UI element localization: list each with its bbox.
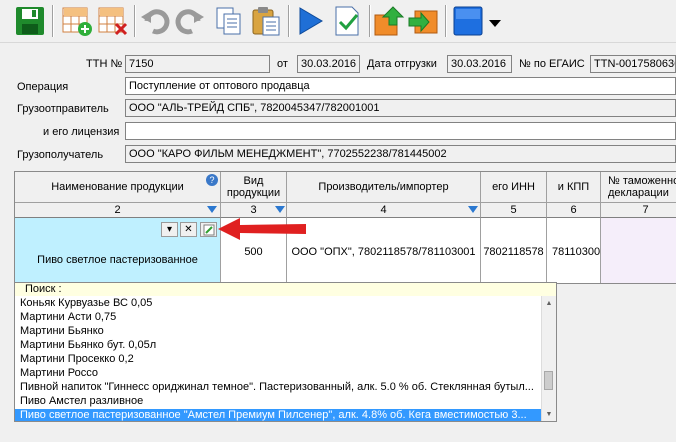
list-item[interactable]: Пивной напиток "Гиннесс ориджинал темное… [15,381,542,394]
toolbar-separator [134,5,136,37]
column-header-kpp[interactable]: и КПП [547,172,601,203]
filter-icon[interactable] [207,206,217,213]
color-picker-icon[interactable] [452,5,484,37]
column-number-text: 4 [380,204,387,216]
column-title: № таможенной декларации [608,175,676,199]
ttn-label: ТТН № [86,58,123,70]
ship-date-field[interactable]: 30.03.2016 [447,55,512,73]
operation-label: Операция [17,81,69,93]
list-item-selected[interactable]: Пиво светлое пастеризованное "Амстел Пре… [15,409,542,421]
list-item[interactable]: Мартини Бьянко бут. 0,05л [15,339,542,352]
column-number-text: 6 [570,204,577,216]
shipper-label: Грузоотправитель [17,103,109,115]
column-title: и КПП [557,181,590,193]
check-icon[interactable] [332,5,364,37]
cell-clear-button[interactable]: ✕ [180,222,197,237]
list-item[interactable]: Мартини Бьянко [15,325,542,338]
column-number-text: 5 [510,204,517,216]
license-label: и его лицензия [43,126,120,138]
scroll-up-icon[interactable]: ▲ [542,296,556,310]
run-icon[interactable] [294,5,326,37]
column-number: 6 [547,203,601,218]
ttn-number-field[interactable]: 7150 [125,55,270,73]
search-label: Поиск : [15,283,556,296]
dropdown-arrow-icon[interactable] [486,5,504,37]
save-icon[interactable] [14,5,46,37]
column-header-inn[interactable]: его ИНН [481,172,547,203]
column-number: 4 [287,203,481,218]
column-header-kind[interactable]: Вид продукции [221,172,287,203]
export-icon[interactable] [373,5,405,37]
column-number: 2 [15,203,221,218]
product-dropdown-list: Поиск : Коньяк Курвуазье ВС 0,05 Мартини… [14,282,557,422]
scroll-down-icon[interactable]: ▼ [542,407,556,421]
cell-text: 7802118578 [483,245,544,258]
list-item[interactable]: Мартини Просекко 0,2 [15,353,542,366]
column-header-name[interactable]: Наименование продукции [15,172,221,203]
toolbar [0,0,676,43]
column-number-text: 3 [250,204,257,216]
cell-customs[interactable] [601,218,676,283]
edit-icon [203,224,214,235]
list-item[interactable]: Коньяк Курвуазье ВС 0,05 [15,297,542,310]
close-icon: ✕ [184,224,193,235]
operation-field[interactable]: Поступление от оптового продавца [125,77,676,95]
annotation-arrow-icon [218,218,306,240]
list-item[interactable]: Мартини Асти 0,75 [15,311,542,324]
scroll-thumb[interactable] [544,371,553,390]
ship-date-label: Дата отгрузки [367,58,437,70]
undo-icon[interactable] [139,5,171,37]
cell-text: 781103001 [552,245,601,258]
filter-icon[interactable] [468,206,478,213]
license-field[interactable] [125,122,676,140]
filter-icon[interactable] [275,206,285,213]
egais-number-field[interactable]: TTN-0017580636 [590,55,676,73]
list-scrollbar[interactable]: ▲ ▼ [541,296,556,421]
cell-producer[interactable]: ООО "ОПХ", 7802118578/781103001 [287,218,481,283]
column-title: Вид продукции [226,175,281,199]
chevron-down-icon: ▾ [166,224,173,235]
cell-dropdown-button[interactable]: ▾ [161,222,178,237]
delete-row-icon[interactable] [97,5,129,37]
redo-icon[interactable] [174,5,206,37]
cell-edit-button[interactable] [200,222,217,237]
column-title: Производитель/импортер [318,181,449,193]
column-number: 7 [601,203,676,218]
cell-text: ООО "ОПХ", 7802118578/781103001 [291,245,476,258]
cell-kpp[interactable]: 781103001 [547,218,601,283]
column-title: Наименование продукции [51,181,184,193]
shipper-field[interactable]: ООО "АЛЬ-ТРЕЙД СПБ", 7820045347/78200100… [125,99,676,117]
cell-text: Пиво светлое пастеризованное [37,253,198,266]
import-icon[interactable] [407,5,439,37]
consignee-field[interactable]: ООО "КАРО ФИЛЬМ МЕНЕДЖМЕНТ", 7702552238/… [125,145,676,163]
copy-icon[interactable] [213,5,245,37]
help-icon[interactable]: ? [206,174,218,186]
column-number-text: 7 [642,204,649,216]
toolbar-separator [288,5,290,37]
add-row-icon[interactable] [61,5,93,37]
toolbar-separator [445,5,447,37]
column-number: 5 [481,203,547,218]
list-item[interactable]: Мартини Россо [15,367,542,380]
column-header-customs[interactable]: № таможенной декларации [601,172,676,203]
cell-inn[interactable]: 7802118578 [481,218,547,283]
egais-label: № по ЕГАИС [519,58,585,70]
consignee-label: Грузополучатель [17,149,104,161]
list-item[interactable]: Пиво Амстел разливное [15,395,542,408]
products-table: Наименование продукции ? Вид продукции П… [14,171,676,284]
cell-text: 500 [244,245,263,258]
ttn-date-field[interactable]: 30.03.2016 [297,55,360,73]
paste-icon[interactable] [250,5,282,37]
column-number-text: 2 [114,204,121,216]
toolbar-separator [52,5,54,37]
column-header-producer[interactable]: Производитель/импортер [287,172,481,203]
toolbar-separator [369,5,371,37]
date-label: от [277,58,288,70]
column-title: его ИНН [492,181,535,193]
